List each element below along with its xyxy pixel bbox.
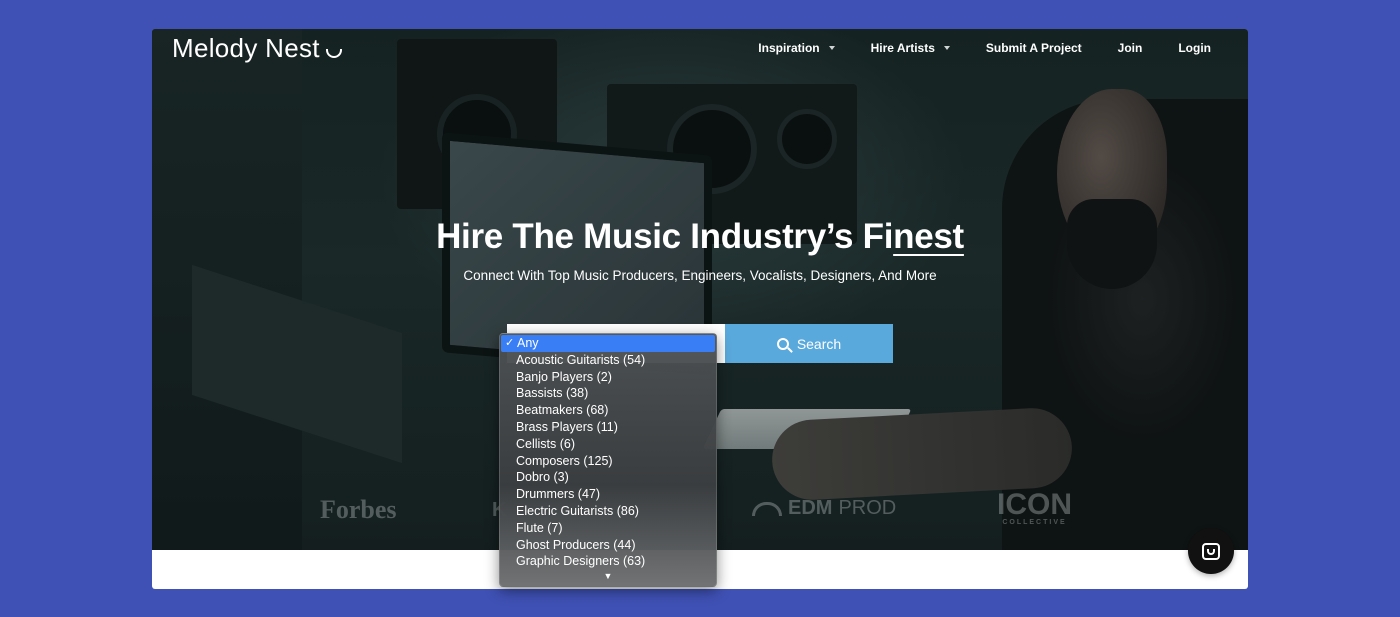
chat-icon (1202, 542, 1220, 560)
caret-down-icon (943, 46, 950, 50)
edmprod-logo-bold: EDM (788, 497, 833, 519)
site-logo[interactable]: Melody Nest (172, 33, 342, 64)
caret-down-icon (828, 46, 835, 50)
dropdown-option-any[interactable]: ✓ Any (501, 335, 715, 352)
forbes-logo: Forbes (320, 495, 397, 524)
nav-inspiration-label: Inspiration (758, 41, 820, 55)
icon-collective-logo: ICON COLLECTIVE (997, 488, 1072, 527)
nav-submit-project-label: Submit A Project (985, 41, 1082, 55)
icon-collective-logo-sub: COLLECTIVE (1002, 519, 1067, 526)
site-logo-text: Melody Nest (172, 33, 320, 63)
dropdown-option-label: Any (517, 336, 539, 350)
nav-join[interactable]: Join (1118, 41, 1143, 55)
nav-join-label: Join (1117, 41, 1143, 55)
nav-login[interactable]: Login (1178, 41, 1211, 55)
hero-headline-main: Hire The Music Industry’s Fi (436, 217, 894, 256)
dropdown-option[interactable]: Electric Guitarists (86) (500, 503, 716, 520)
nav-submit-project[interactable]: Submit A Project (986, 41, 1082, 55)
dropdown-option[interactable]: Composers (125) (500, 453, 716, 470)
dropdown-option[interactable]: Graphic Designers (63) (500, 553, 716, 570)
dropdown-option[interactable]: Ghost Producers (44) (500, 537, 716, 554)
main-nav: Inspiration Hire Artists Submit A Projec… (722, 41, 1211, 55)
dropdown-option[interactable]: Beatmakers (68) (500, 402, 716, 419)
search-button-label: Search (796, 335, 842, 352)
edmprod-logo-light: PROD (838, 497, 897, 519)
nav-inspiration[interactable]: Inspiration (758, 41, 835, 55)
hero-headline: Hire The Music Industry’s Finest (152, 217, 1248, 257)
search-icon (776, 337, 789, 350)
nav-hire-artists[interactable]: Hire Artists (871, 41, 950, 55)
wave-icon (752, 501, 782, 516)
dropdown-option[interactable]: Flute (7) (500, 520, 716, 537)
dropdown-option[interactable]: Acoustic Guitarists (54) (500, 352, 716, 369)
dropdown-option[interactable]: Brass Players (11) (500, 419, 716, 436)
category-dropdown-list[interactable]: ✓ Any Acoustic Guitarists (54) Banjo Pla… (499, 333, 717, 587)
dropdown-option[interactable]: Banjo Players (2) (500, 369, 716, 386)
nav-login-label: Login (1178, 41, 1211, 55)
dropdown-option[interactable]: Cellists (6) (500, 436, 716, 453)
dropdown-option[interactable]: Drummers (47) (500, 486, 716, 503)
scroll-down-arrow-icon[interactable]: ▼ (500, 570, 716, 583)
dropdown-option[interactable]: Dobro (3) (500, 469, 716, 486)
edmprod-logo: EDM PROD (752, 497, 896, 520)
chat-launcher-button[interactable] (1188, 528, 1234, 574)
checkmark-icon: ✓ (505, 337, 515, 349)
dropdown-option[interactable]: Bassists (38) (500, 385, 716, 402)
nav-hire-artists-label: Hire Artists (870, 41, 935, 55)
search-button[interactable]: Search (725, 324, 893, 363)
icon-collective-logo-text: ICON (997, 488, 1072, 521)
hero-headline-underlined: nest (893, 217, 964, 256)
nest-icon (325, 49, 342, 58)
hero-subheadline: Connect With Top Music Producers, Engine… (463, 268, 937, 283)
